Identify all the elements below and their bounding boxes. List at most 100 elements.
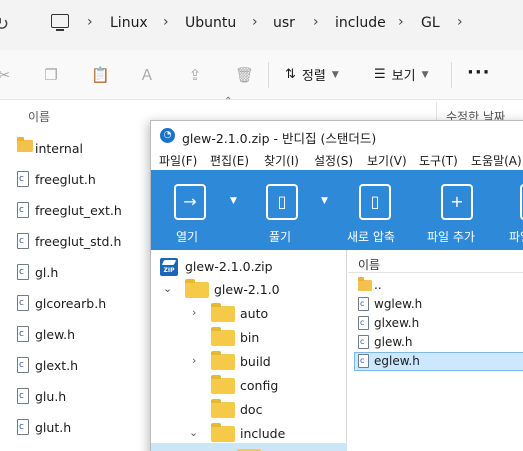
chevron-right-icon[interactable]: › (87, 14, 93, 30)
menu-tools[interactable]: 도구(T) (419, 152, 458, 169)
bandizip-window: ◔ glew-2.1.0.zip - 반디집 (스탠더드) 파일(F) 편집(E… (150, 120, 523, 451)
tree-selected-node[interactable] (151, 443, 347, 451)
list-item[interactable]: c wglew.h (354, 295, 523, 314)
cut-icon[interactable]: ✂ (0, 67, 12, 83)
folder-icon (17, 137, 33, 152)
refresh-icon[interactable]: ↻ (0, 14, 9, 35)
menu-edit[interactable]: 편집(E) (210, 152, 249, 169)
file-name: glut.h (35, 420, 72, 435)
header-divider (348, 272, 523, 273)
file-name: gl.h (35, 265, 59, 280)
list-item[interactable]: c glew.h (354, 333, 523, 352)
sort-icon: ⇅ (285, 67, 296, 82)
bandizip-title-bar[interactable]: ◔ glew-2.1.0.zip - 반디집 (스탠더드) (151, 121, 523, 149)
more-options-button[interactable]: ··· (467, 62, 491, 83)
explorer-address-bar: ↻ › Linux › Ubuntu › usr › include › GL … (0, 0, 523, 50)
tree-node-doc[interactable]: doc (151, 398, 347, 422)
breadcrumb-linux[interactable]: Linux (110, 15, 148, 31)
this-pc-icon[interactable] (51, 14, 69, 31)
view-button[interactable]: ☰ 보기 ▼ (374, 65, 429, 84)
chevron-down-icon[interactable]: ▼ (321, 196, 328, 206)
share-icon[interactable]: ⇪ (187, 67, 203, 83)
copy-icon[interactable]: ❐ (43, 67, 59, 83)
chevron-down-icon[interactable]: ▼ (230, 196, 237, 206)
tree-archive-node[interactable]: ZIP glew-2.1.0.zip (151, 255, 347, 279)
file-name: wglew.h (374, 297, 423, 311)
c-header-file-icon: c (17, 419, 29, 435)
file-button[interactable]: 파일 (505, 170, 523, 250)
new-archive-button[interactable]: ▯ 새로 압축 (347, 170, 407, 250)
file-name: glew.h (374, 335, 413, 349)
list-item[interactable]: c freeglut_ext.h (0, 195, 170, 226)
sort-label: 정렬 (301, 69, 326, 84)
menu-file[interactable]: 파일(F) (159, 152, 197, 169)
tree-node-config[interactable]: config (151, 374, 347, 398)
column-name-header[interactable]: 이름 (28, 108, 50, 125)
breadcrumb-gl[interactable]: GL (421, 15, 440, 31)
delete-icon[interactable]: 🗑 (235, 67, 254, 83)
list-item[interactable]: c gl.h (0, 257, 170, 288)
c-header-file-icon: c (17, 202, 29, 218)
list-item-selected[interactable]: c eglew.h (354, 352, 523, 371)
folder-icon (211, 327, 235, 346)
breadcrumb-usr[interactable]: usr (273, 15, 295, 31)
file-name: glew.h (35, 327, 76, 342)
chevron-right-icon[interactable]: › (163, 14, 169, 30)
rename-icon[interactable]: Ａ (139, 67, 155, 83)
menu-bar: 파일(F) 편집(E) 찾기(I) 설정(S) 보기(V) 도구(T) 도움말(… (151, 149, 523, 170)
chevron-right-icon[interactable]: › (457, 14, 463, 30)
list-item[interactable]: c glcorearb.h (0, 288, 170, 319)
c-header-file-icon: c (358, 316, 369, 330)
menu-view[interactable]: 보기(V) (367, 152, 407, 169)
chevron-right-icon[interactable]: › (398, 14, 404, 30)
list-item[interactable]: c glut.h (0, 412, 170, 443)
c-header-file-icon: c (17, 388, 29, 404)
tree-node-label: auto (240, 306, 269, 321)
c-header-file-icon: c (17, 326, 29, 342)
list-item[interactable]: .. (354, 276, 523, 295)
menu-help[interactable]: 도움말(A) (471, 152, 522, 169)
menu-find[interactable]: 찾기(I) (264, 152, 299, 169)
tree-node-auto[interactable]: › auto (151, 302, 347, 326)
open-button[interactable]: → 열기 ▼ (171, 170, 237, 250)
chevron-right-icon[interactable]: › (192, 306, 196, 319)
list-item[interactable]: c freeglut_std.h (0, 226, 170, 257)
file-label: 파일 (509, 230, 523, 244)
chevron-down-icon[interactable]: ⌄ (189, 426, 198, 439)
list-item[interactable]: c glew.h (0, 319, 170, 350)
column-name-header[interactable]: 이름 (358, 256, 380, 273)
ribbon-toolbar: → 열기 ▼ ▯ 풀기 ▼ ▯ 새로 압축 + 파일 추가 파일 (151, 170, 523, 250)
sort-up-icon: ⌃ (224, 96, 233, 107)
breadcrumb-ubuntu[interactable]: Ubuntu (185, 15, 236, 31)
sort-button[interactable]: ⇅ 정렬 ▼ (285, 65, 339, 84)
chevron-right-icon[interactable]: › (192, 354, 196, 367)
view-label: 보기 (391, 69, 416, 84)
folder-icon (358, 277, 372, 291)
chevron-right-icon[interactable]: › (252, 14, 258, 30)
folder-icon (211, 303, 235, 322)
folder-icon (211, 423, 235, 442)
extract-icon: ▯ (266, 184, 298, 220)
tree-node-label: build (240, 354, 271, 369)
list-item[interactable]: c glu.h (0, 381, 170, 412)
list-item[interactable]: c glxew.h (354, 314, 523, 333)
chevron-down-icon[interactable]: ⌄ (163, 282, 172, 295)
tree-root-node[interactable]: ⌄ glew-2.1.0 (151, 278, 347, 302)
tree-node-label: config (240, 378, 279, 393)
folder-tree: ZIP glew-2.1.0.zip ⌄ glew-2.1.0 › auto b… (151, 250, 347, 451)
breadcrumb-include[interactable]: include (335, 15, 386, 31)
chevron-down-icon: ▼ (421, 69, 429, 80)
menu-settings[interactable]: 설정(S) (314, 152, 353, 169)
chevron-right-icon[interactable]: › (313, 14, 319, 30)
add-file-button[interactable]: + 파일 추가 (427, 170, 487, 250)
list-item[interactable]: c freeglut.h (0, 164, 170, 195)
tree-node-bin[interactable]: bin (151, 326, 347, 350)
c-header-file-icon: c (17, 357, 29, 373)
extract-button[interactable]: ▯ 풀기 ▼ (264, 170, 328, 250)
list-item[interactable]: internal (0, 133, 170, 164)
tree-node-build[interactable]: › build (151, 350, 347, 374)
open-label: 열기 (176, 230, 199, 244)
list-item[interactable]: c glext.h (0, 350, 170, 381)
file-name: freeglut.h (35, 172, 96, 187)
paste-icon[interactable]: 📋 (91, 67, 110, 83)
